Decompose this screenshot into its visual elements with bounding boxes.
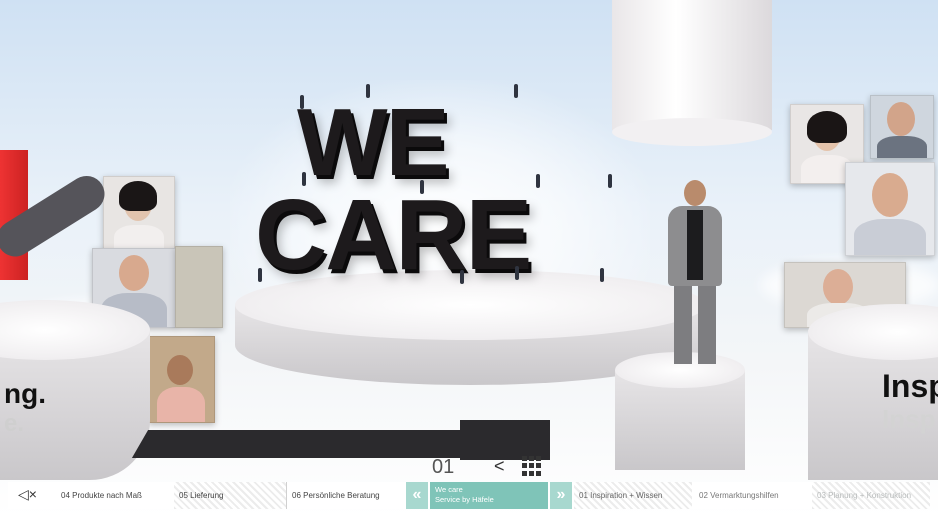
mini-figure: [608, 174, 612, 188]
left-sign-text: ng.: [4, 378, 46, 409]
nav-item-we-care-active[interactable]: We care Service by Häfele: [430, 482, 548, 509]
hanging-pillar-base: [612, 118, 772, 146]
double-chevron-right-icon[interactable]: »: [550, 482, 572, 509]
mini-figure: [366, 84, 370, 98]
hanging-pillar: [612, 0, 772, 130]
presenter-avatar[interactable]: [660, 180, 730, 370]
presenter-head: [684, 180, 706, 206]
portrait-photo: [870, 95, 934, 159]
dark-beam: [131, 430, 489, 458]
presenter-leg: [698, 286, 716, 364]
mini-figure: [420, 180, 424, 194]
mini-figure: [536, 174, 540, 188]
nav-item-beratung[interactable]: 06 Persönliche Beratung: [286, 482, 404, 509]
mini-figure: [302, 172, 306, 186]
hero-we-text: WE: [297, 89, 450, 196]
chevron-left-icon[interactable]: <: [494, 456, 505, 477]
right-sign-text-reflection: Insp: [882, 404, 936, 434]
grid-menu-icon[interactable]: [522, 456, 542, 476]
mini-figure: [258, 268, 262, 282]
dark-block: [460, 420, 550, 460]
slide-counter: 01: [432, 456, 455, 478]
hero-care-text: CARE: [255, 179, 532, 291]
mini-figure: [514, 84, 518, 98]
presenter-leg: [674, 286, 692, 364]
mini-figure: [600, 268, 604, 282]
portrait-photo: [103, 176, 175, 250]
portrait-photo: [148, 336, 215, 423]
active-title: We care: [435, 485, 463, 494]
presenter-shirt: [687, 210, 703, 280]
speaker-mute-icon[interactable]: ◁×: [18, 486, 37, 503]
mini-figure: [515, 266, 519, 280]
active-subtitle: Service by Häfele: [435, 495, 494, 504]
mini-figure: [300, 95, 304, 109]
nav-item-lieferung[interactable]: 05 Lieferung: [174, 482, 286, 509]
portrait-photo: [845, 162, 935, 256]
nav-item-inspiration[interactable]: 01 Inspiration + Wissen: [574, 482, 692, 509]
mini-figure: [460, 270, 464, 284]
nav-item-produkte[interactable]: 04 Produkte nach Maß: [56, 482, 174, 509]
right-sign-text: Insp: [882, 368, 938, 404]
portrait-photo: [175, 246, 223, 328]
left-sign-text-reflection: e.: [4, 410, 25, 437]
virtual-showroom-scene[interactable]: WE CARE ng. e. Ins Insp: [0, 0, 938, 517]
double-chevron-left-icon[interactable]: «: [406, 482, 428, 509]
nav-item-vermarktung[interactable]: 02 Vermarktungshilfen: [694, 482, 812, 509]
nav-item-planung[interactable]: 03 Planung + Konstruktion: [812, 482, 930, 509]
